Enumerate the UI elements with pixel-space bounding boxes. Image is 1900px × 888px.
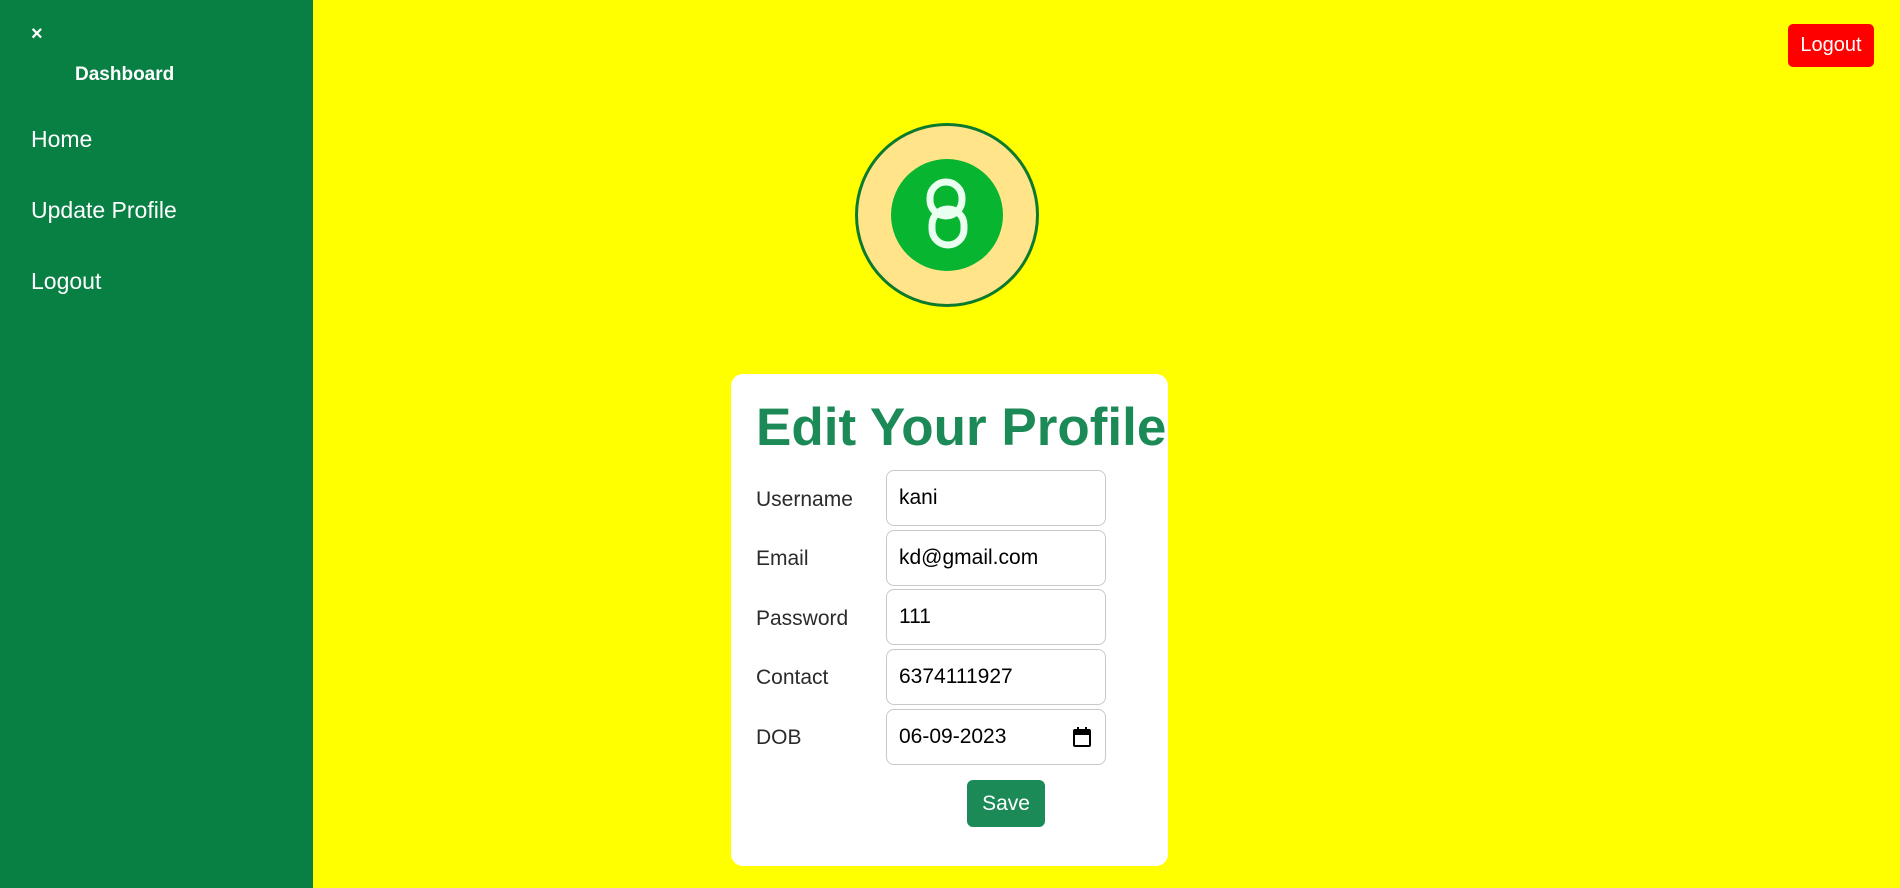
close-sidebar-button[interactable]: × <box>31 20 43 48</box>
logo <box>855 123 1039 307</box>
logout-button[interactable]: Logout <box>1788 24 1874 67</box>
sidebar-item-update-profile[interactable]: Update Profile <box>31 197 177 224</box>
page-title: Edit Your Profile <box>756 398 1167 457</box>
chain-link-icon <box>926 178 968 249</box>
sidebar-title: Dashboard <box>75 64 175 85</box>
calendar-icon[interactable] <box>1073 727 1091 747</box>
logo-badge <box>891 159 1003 271</box>
username-field[interactable]: kani <box>886 470 1106 526</box>
sidebar-item-home[interactable]: Home <box>31 126 92 153</box>
dob-field[interactable]: 06-09-2023 <box>886 709 1106 765</box>
contact-label: Contact <box>756 666 829 689</box>
username-label: Username <box>756 488 853 511</box>
email-label: Email <box>756 547 809 570</box>
edit-profile-card: Edit Your Profile Username kani Email kd… <box>731 374 1168 866</box>
sidebar-item-logout[interactable]: Logout <box>31 268 101 295</box>
dob-label: DOB <box>756 726 802 749</box>
password-label: Password <box>756 607 849 630</box>
contact-field[interactable]: 6374111927 <box>886 649 1106 705</box>
email-field[interactable]: kd@gmail.com <box>886 530 1106 586</box>
dob-value: 06-09-2023 <box>899 725 1007 748</box>
save-button[interactable]: Save <box>967 780 1045 827</box>
password-field[interactable]: 111 <box>886 589 1106 645</box>
sidebar: × Dashboard Home Update Profile Logout <box>0 0 313 888</box>
